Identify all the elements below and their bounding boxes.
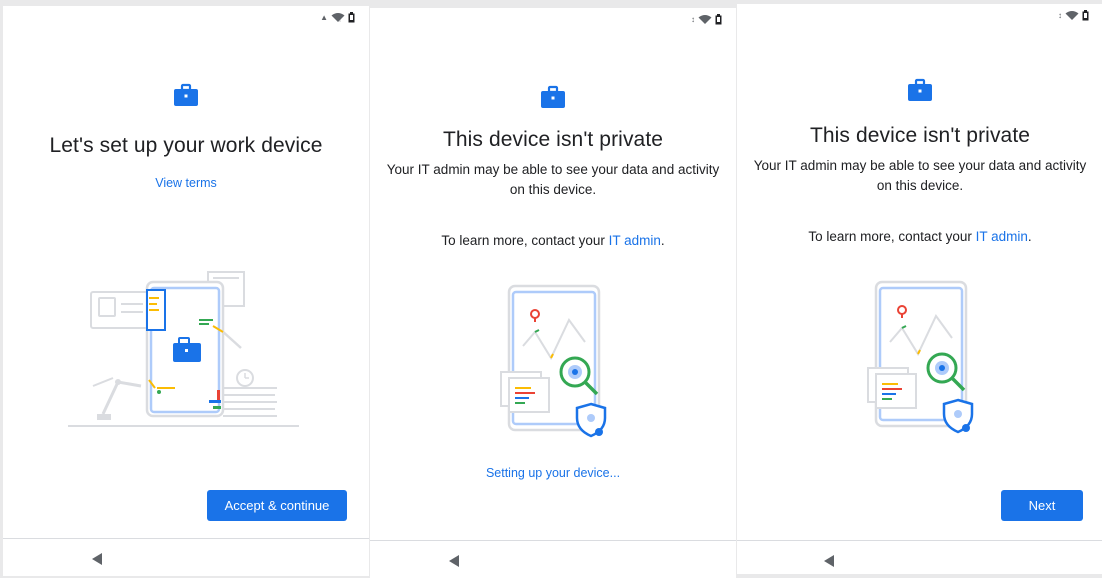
status-bar: ↕ [370, 8, 736, 32]
screen-device-not-private-setting-up: ↕ This device isn't private Your IT admi… [370, 8, 736, 578]
data-activity-icon: ▲ [320, 12, 328, 22]
setup-progress-text: Setting up your device... [485, 466, 621, 480]
view-terms-link[interactable]: View terms [3, 176, 369, 190]
page-title: Let's set up your work device [49, 134, 323, 157]
battery-icon [1082, 10, 1089, 21]
screen-device-not-private-next: ↕ This device isn't private Your IT admi… [737, 4, 1102, 574]
wifi-icon: ! [331, 13, 345, 23]
svg-text:!: ! [339, 18, 341, 23]
wifi-icon [1065, 11, 1079, 20]
data-activity-icon: ↕ [691, 14, 695, 24]
learn-more-prefix: To learn more, contact your [808, 229, 976, 244]
learn-more-text: To learn more, contact your IT admin. [737, 229, 1102, 244]
privacy-illustration [867, 280, 974, 434]
page-title: This device isn't private [442, 128, 664, 151]
briefcase-icon [174, 83, 198, 106]
back-icon[interactable] [448, 555, 460, 567]
privacy-description: Your IT admin may be able to see your da… [753, 158, 1087, 193]
battery-icon [348, 12, 355, 23]
learn-more-prefix: To learn more, contact your [441, 233, 609, 248]
back-icon[interactable] [823, 555, 835, 567]
learn-more-suffix: . [660, 233, 665, 248]
status-bar: ↕ [737, 4, 1102, 28]
battery-icon [715, 14, 722, 25]
learn-more-suffix: . [1027, 229, 1032, 244]
page-title: This device isn't private [809, 124, 1031, 147]
accept-continue-button[interactable]: Accept & continue [207, 490, 347, 521]
work-device-illustration [68, 271, 299, 427]
it-admin-link[interactable]: IT admin [609, 233, 661, 248]
navigation-bar [370, 540, 736, 578]
privacy-illustration [500, 284, 607, 438]
status-bar: ▲ ! [3, 6, 369, 30]
wifi-icon [698, 15, 712, 24]
briefcase-icon [541, 85, 565, 108]
learn-more-text: To learn more, contact your IT admin. [370, 233, 736, 248]
data-activity-icon: ↕ [1058, 10, 1062, 20]
screen-work-device-setup: ▲ ! Let's set up your work device View t… [3, 6, 369, 576]
briefcase-icon [908, 78, 932, 101]
back-icon[interactable] [91, 553, 103, 565]
navigation-bar [737, 540, 1102, 574]
navigation-bar [3, 538, 369, 576]
it-admin-link[interactable]: IT admin [976, 229, 1028, 244]
privacy-description: Your IT admin may be able to see your da… [386, 162, 720, 197]
next-button[interactable]: Next [1001, 490, 1083, 521]
